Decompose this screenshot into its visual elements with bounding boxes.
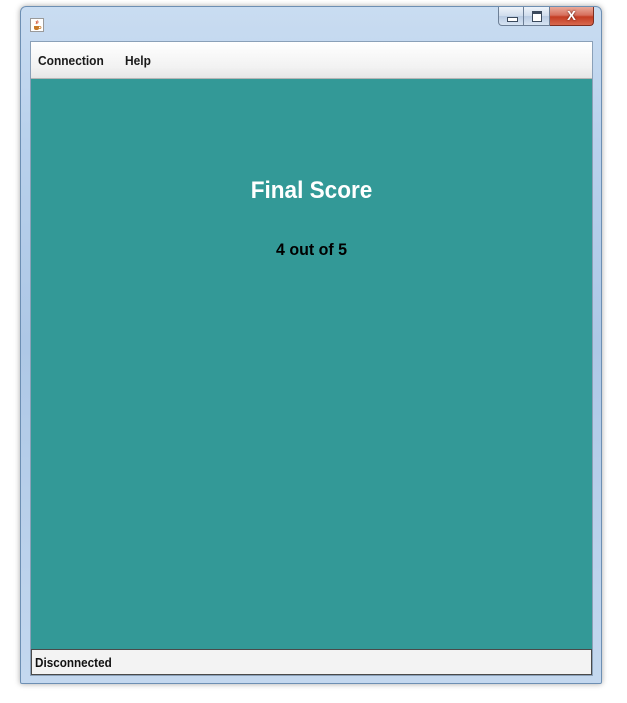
score-value: 4 out of 5 bbox=[275, 240, 348, 259]
minimize-icon bbox=[507, 17, 518, 22]
maximize-icon bbox=[532, 11, 542, 22]
menu-connection[interactable]: Connection bbox=[38, 53, 104, 68]
close-button[interactable]: X bbox=[550, 7, 594, 26]
final-score-title: Final Score bbox=[250, 177, 373, 204]
status-bar: Disconnected bbox=[31, 649, 592, 675]
java-cup-icon[interactable] bbox=[30, 18, 44, 32]
main-panel: Final Score 4 out of 5 bbox=[31, 79, 592, 649]
client-area: Connection Help Final Score 4 out of 5 D… bbox=[30, 41, 593, 676]
app-window: X Connection Help Final Score 4 out of 5… bbox=[20, 6, 602, 684]
menu-bar: Connection Help bbox=[31, 42, 592, 79]
maximize-button[interactable] bbox=[524, 7, 550, 26]
minimize-button[interactable] bbox=[498, 7, 524, 26]
window-controls: X bbox=[498, 7, 594, 27]
menu-help[interactable]: Help bbox=[125, 53, 151, 68]
connection-status: Disconnected bbox=[35, 655, 112, 670]
title-bar[interactable]: X bbox=[21, 7, 601, 41]
close-icon: X bbox=[567, 8, 576, 23]
